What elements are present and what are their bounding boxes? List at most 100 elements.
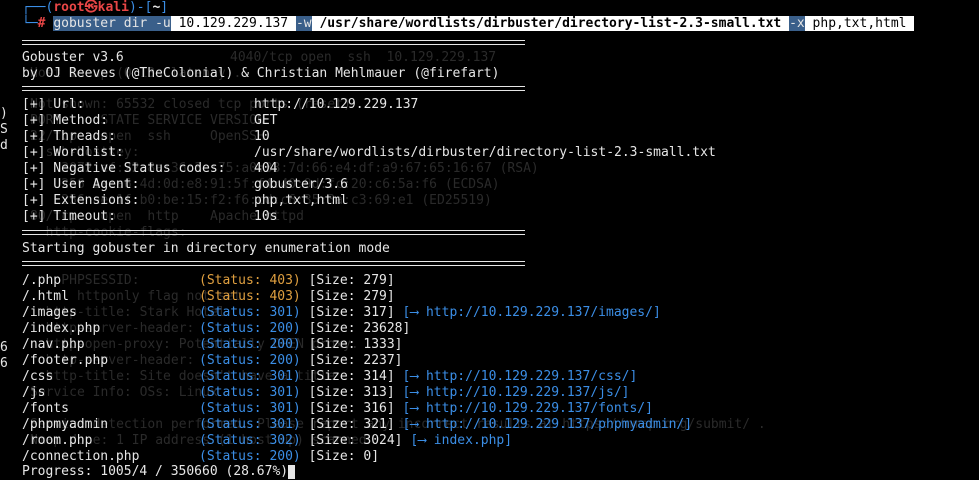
result-size: [Size: 0]: [308, 449, 380, 464]
result-row: /images (Status: 301) [Size: 317] [⟶ http…: [22, 305, 661, 321]
result-status: (Status: 302): [199, 433, 301, 448]
config-key: [+] Timeout:: [22, 209, 116, 224]
result-row: /room.php (Status: 302) [Size: 3024] [⟶ i…: [22, 433, 512, 449]
prompt-line: ┌──(root㉿kali)-[~]: [22, 0, 168, 16]
config-value: http://10.129.229.137: [254, 97, 419, 112]
result-row: /phpmyadmin (Status: 301) [Size: 321] [⟶ …: [22, 417, 692, 433]
cmd-program: gobuster: [53, 16, 116, 31]
prompt-frame-left: ┌──(: [22, 0, 54, 15]
config-row: [+] Wordlist: /usr/share/wordlists/dirbus…: [22, 145, 716, 161]
result-status: (Status: 200): [199, 449, 301, 464]
result-path: /css: [22, 369, 54, 384]
result-status: (Status: 403): [199, 273, 301, 288]
config-key: [+] User Agent:: [22, 177, 140, 192]
result-status: (Status: 301): [199, 385, 301, 400]
result-path: /images: [22, 305, 77, 320]
cmd-wordlist: /usr/share/wordlists/dirbuster/directory…: [319, 16, 782, 31]
progress-line: Progress: 1005/4 / 350660 (28.67%): [22, 464, 296, 480]
result-status: (Status: 200): [199, 353, 301, 368]
result-row: /nav.php (Status: 200) [Size: 1333]: [22, 337, 403, 353]
result-status: (Status: 403): [199, 289, 301, 304]
result-redirect-link[interactable]: [⟶ http://10.129.229.137/phpmyadmin/]: [403, 417, 693, 432]
config-value: GET: [254, 113, 278, 128]
left-edge-fragment: 6: [0, 356, 8, 371]
result-path: /footer.php: [22, 353, 109, 368]
config-key: [+] Threads:: [22, 129, 116, 144]
prompt-user: root: [53, 0, 85, 15]
cmd-flag-u: -u: [155, 16, 171, 31]
config-key: [+] Negative Status codes:: [22, 161, 226, 176]
prompt-frame-mid: )-[: [128, 0, 153, 15]
config-row: [+] Method: GET: [22, 113, 277, 129]
result-size: [Size: 3024]: [308, 433, 403, 448]
result-status: (Status: 301): [199, 305, 301, 320]
config-row: [+] Extensions: php,txt,html: [22, 193, 348, 209]
command-line[interactable]: └─# gobuster dir -u 10.129.229.137 -w /u…: [22, 16, 915, 32]
result-path: /room.php: [22, 433, 93, 448]
result-size: [Size: 1333]: [308, 337, 403, 352]
result-redirect-link[interactable]: [⟶ http://10.129.229.137/images/]: [403, 305, 661, 320]
banner-authors: by OJ Reeves (@TheColonial) & Christian …: [22, 66, 500, 81]
prompt-frame-right: ]: [160, 0, 169, 15]
prompt-host: kali: [97, 0, 129, 15]
config-value: 10: [254, 129, 270, 144]
result-status: (Status: 200): [199, 337, 301, 352]
cmd-extensions: php,txt,html: [812, 16, 907, 31]
separator-rule: [22, 86, 525, 91]
result-row: /footer.php (Status: 200) [Size: 2237]: [22, 353, 403, 369]
result-row: /index.php (Status: 200) [Size: 23628]: [22, 321, 410, 337]
result-redirect-link[interactable]: [⟶ http://10.129.229.137/js/]: [403, 385, 630, 400]
config-key: [+] Method:: [22, 113, 109, 128]
prompt-at-symbol: ㉿: [84, 0, 98, 15]
result-redirect-link[interactable]: [⟶ index.php]: [410, 433, 512, 448]
result-redirect-link[interactable]: [⟶ http://10.129.229.137/css/]: [403, 369, 638, 384]
left-edge-fragment: 6: [0, 340, 8, 355]
result-row: /connection.php (Status: 200) [Size: 0]: [22, 449, 379, 465]
prompt-corner: └─: [22, 16, 38, 31]
cmd-flag-w: -w: [295, 16, 312, 31]
result-path: /js: [22, 385, 46, 400]
result-size: [Size: 321]: [308, 417, 395, 432]
result-row: /css (Status: 301) [Size: 314] [⟶ http://…: [22, 369, 637, 385]
separator-rule: [22, 261, 525, 266]
left-edge-fragment: S: [0, 122, 8, 137]
result-size: [Size: 317]: [308, 305, 395, 320]
start-message: Starting gobuster in directory enumerati…: [22, 241, 390, 256]
result-status: (Status: 200): [199, 321, 301, 336]
left-edge-fragment: d: [0, 138, 8, 153]
result-size: [Size: 314]: [308, 369, 395, 384]
config-value: /usr/share/wordlists/dirbuster/directory…: [254, 145, 716, 160]
config-row: [+] Timeout: 10s: [22, 209, 277, 225]
result-path: /connection.php: [22, 449, 140, 464]
result-path: /phpmyadmin: [22, 417, 109, 432]
cmd-url: 10.129.229.137: [178, 16, 289, 31]
config-key: [+] Wordlist:: [22, 145, 124, 160]
result-size: [Size: 279]: [308, 273, 395, 288]
config-row: [+] Url: http://10.129.229.137: [22, 97, 418, 113]
result-size: [Size: 279]: [308, 289, 395, 304]
config-value: 10s: [254, 209, 278, 224]
result-redirect-link[interactable]: [⟶ http://10.129.229.137/fonts/]: [403, 401, 653, 416]
config-value: gobuster/3.6: [254, 177, 348, 192]
config-value: 404: [254, 161, 278, 176]
result-status: (Status: 301): [199, 369, 301, 384]
config-row: [+] Negative Status codes: 404: [22, 161, 277, 177]
result-status: (Status: 301): [199, 417, 301, 432]
result-size: [Size: 313]: [308, 385, 395, 400]
config-key: [+] Url:: [22, 97, 85, 112]
result-row: /.php (Status: 403) [Size: 279]: [22, 273, 395, 289]
config-row: [+] Threads: 10: [22, 129, 270, 145]
result-size: [Size: 2237]: [308, 353, 403, 368]
config-value: php,txt,html: [254, 193, 348, 208]
result-size: [Size: 23628]: [308, 321, 411, 336]
prompt-hash: #: [37, 16, 46, 31]
cmd-mode: dir: [123, 16, 148, 31]
result-row: /fonts (Status: 301) [Size: 316] [⟶ http:…: [22, 401, 653, 417]
result-path: /fonts: [22, 401, 69, 416]
config-row: [+] User Agent: gobuster/3.6: [22, 177, 348, 193]
config-key: [+] Extensions:: [22, 193, 140, 208]
result-row: /js (Status: 301) [Size: 313] [⟶ http://1…: [22, 385, 629, 401]
result-size: [Size: 316]: [308, 401, 395, 416]
result-path: /.html: [22, 289, 69, 304]
result-status: (Status: 301): [199, 401, 301, 416]
